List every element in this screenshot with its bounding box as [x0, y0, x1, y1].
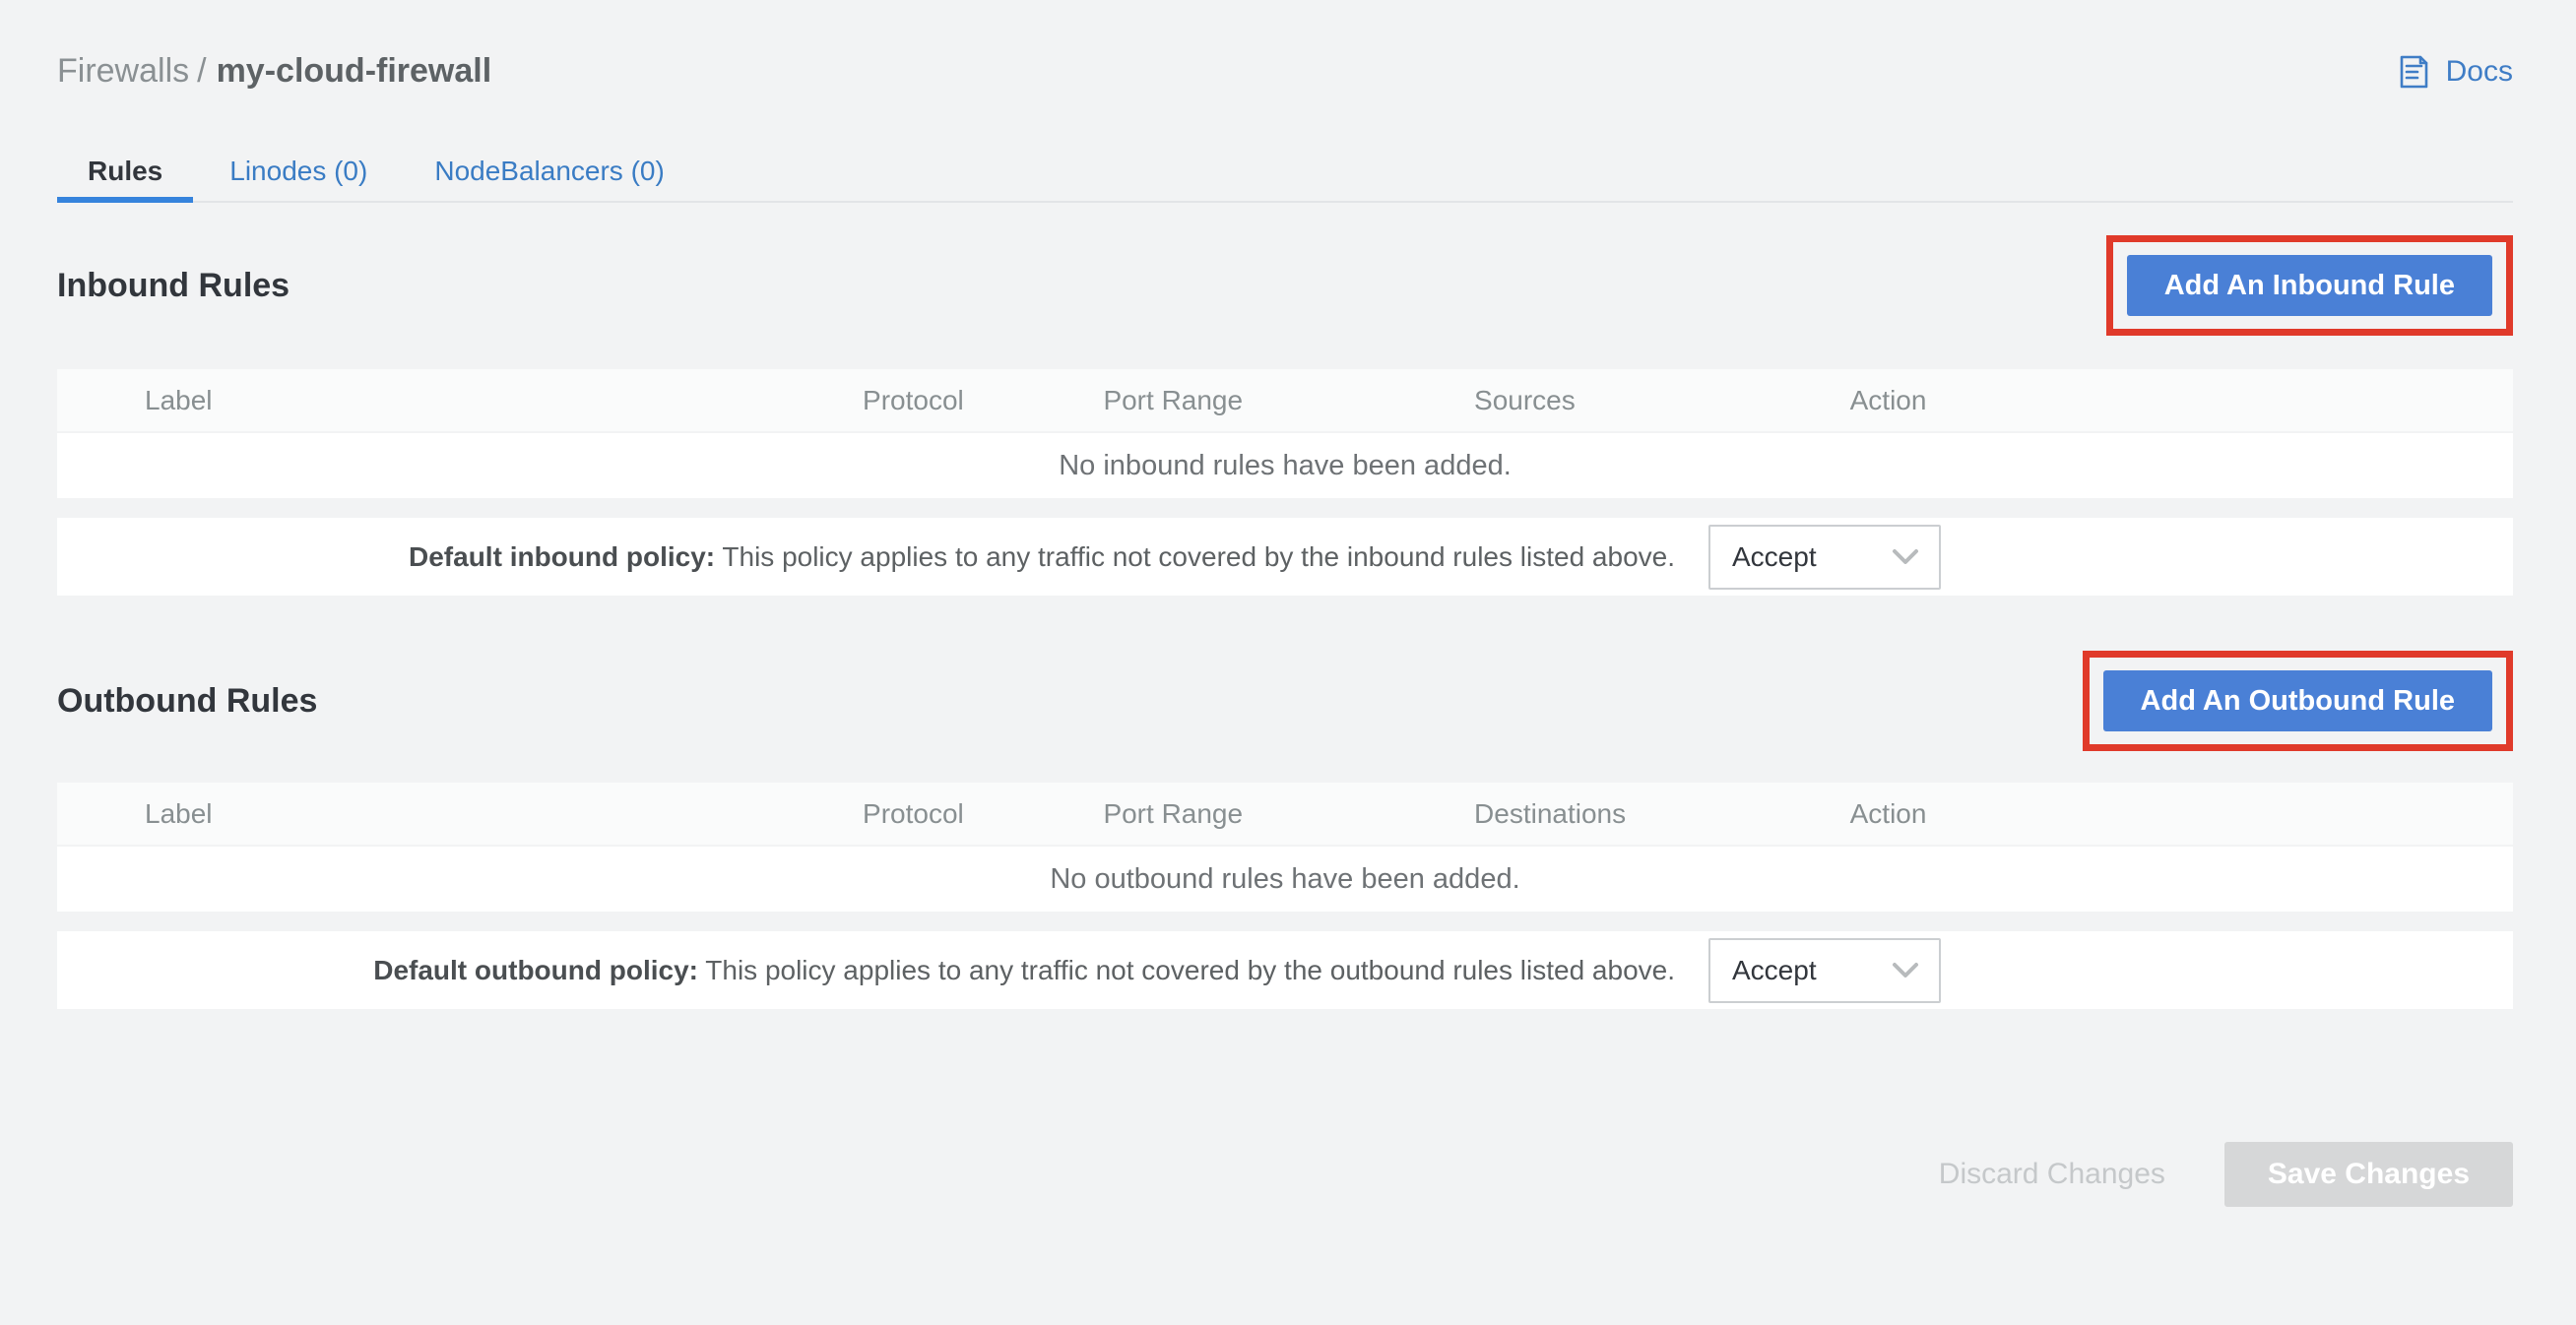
outbound-section-header: Outbound Rules Add An Outbound Rule	[57, 651, 2513, 751]
docs-link-label: Docs	[2446, 55, 2513, 89]
outbound-column-protocol: Protocol	[863, 798, 1103, 830]
form-actions-footer: Discard Changes Save Changes	[57, 1142, 2513, 1207]
annotation-highlight-inbound-button: Add An Inbound Rule	[2106, 235, 2513, 336]
inbound-empty-message: No inbound rules have been added.	[1059, 450, 1512, 482]
inbound-empty-row: No inbound rules have been added.	[57, 433, 2513, 498]
inbound-column-sources: Sources	[1474, 385, 1850, 416]
breadcrumb: Firewalls/ my-cloud-firewall	[57, 49, 491, 93]
inbound-column-label: Label	[57, 385, 863, 416]
breadcrumb-separator: /	[197, 52, 206, 90]
page-header: Firewalls/ my-cloud-firewall Docs	[57, 49, 2513, 93]
outbound-column-port-range: Port Range	[1103, 798, 1474, 830]
annotation-highlight-outbound-button: Add An Outbound Rule	[2083, 651, 2513, 751]
add-outbound-rule-button[interactable]: Add An Outbound Rule	[2103, 670, 2492, 731]
outbound-policy-select[interactable]: Accept	[1708, 938, 1941, 1003]
inbound-policy-description: Default inbound policy: This policy appl…	[409, 541, 1675, 573]
inbound-table-header-row: Label Protocol Port Range Sources Action	[57, 369, 2513, 431]
tab-nodebalancers[interactable]: NodeBalancers (0)	[404, 142, 694, 201]
outbound-column-label: Label	[57, 798, 863, 830]
inbound-rules-section: Inbound Rules Add An Inbound Rule Label …	[57, 235, 2513, 596]
discard-changes-button[interactable]: Discard Changes	[1900, 1142, 2205, 1207]
outbound-table-header-row: Label Protocol Port Range Destinations A…	[57, 783, 2513, 845]
inbound-column-protocol: Protocol	[863, 385, 1103, 416]
inbound-section-header: Inbound Rules Add An Inbound Rule	[57, 235, 2513, 336]
inbound-policy-row: Default inbound policy: This policy appl…	[57, 518, 2513, 596]
inbound-rules-table: Label Protocol Port Range Sources Action…	[57, 369, 2513, 596]
chevron-down-icon	[1892, 962, 1919, 979]
chevron-down-icon	[1892, 548, 1919, 566]
outbound-rules-table: Label Protocol Port Range Destinations A…	[57, 783, 2513, 1009]
docs-icon	[2395, 53, 2432, 91]
outbound-rules-heading: Outbound Rules	[57, 682, 317, 721]
outbound-column-action: Action	[1850, 798, 2513, 830]
inbound-policy-selected-value: Accept	[1732, 541, 1817, 573]
inbound-column-action: Action	[1850, 385, 2513, 416]
inbound-policy-select[interactable]: Accept	[1708, 525, 1941, 590]
docs-link[interactable]: Docs	[2395, 53, 2513, 93]
inbound-rules-heading: Inbound Rules	[57, 267, 290, 305]
save-changes-button[interactable]: Save Changes	[2224, 1142, 2513, 1207]
outbound-policy-row: Default outbound policy: This policy app…	[57, 931, 2513, 1009]
tab-bar: Rules Linodes (0) NodeBalancers (0)	[57, 142, 2513, 203]
outbound-policy-description: Default outbound policy: This policy app…	[373, 955, 1675, 986]
tab-linodes[interactable]: Linodes (0)	[199, 142, 398, 201]
tab-rules[interactable]: Rules	[57, 142, 193, 201]
add-inbound-rule-button[interactable]: Add An Inbound Rule	[2127, 255, 2492, 316]
breadcrumb-firewalls-link[interactable]: Firewalls	[57, 52, 189, 90]
firewall-detail-page: Firewalls/ my-cloud-firewall Docs Rules L…	[0, 49, 2576, 1207]
outbound-empty-message: No outbound rules have been added.	[1050, 863, 1519, 896]
page-title: my-cloud-firewall	[217, 52, 492, 90]
outbound-rules-section: Outbound Rules Add An Outbound Rule Labe…	[57, 651, 2513, 1009]
outbound-policy-selected-value: Accept	[1732, 955, 1817, 986]
inbound-column-port-range: Port Range	[1103, 385, 1474, 416]
outbound-column-destinations: Destinations	[1474, 798, 1850, 830]
outbound-empty-row: No outbound rules have been added.	[57, 847, 2513, 912]
